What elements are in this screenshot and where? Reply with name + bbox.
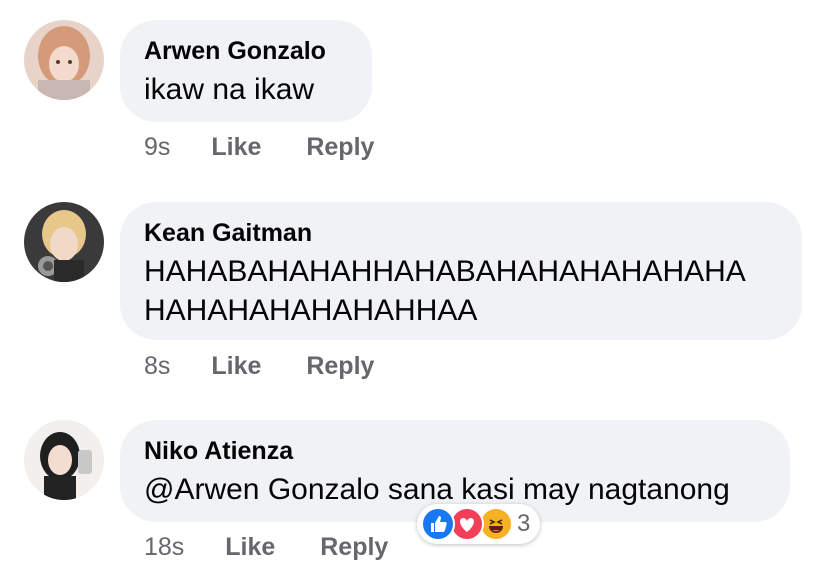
comment-text: ikaw na ikaw	[144, 73, 315, 106]
like-button[interactable]: Like	[225, 532, 275, 562]
comment-author[interactable]: Kean Gaitman	[144, 218, 778, 248]
reaction-icons	[421, 507, 513, 541]
comment-actions: 18s Like Reply	[144, 532, 388, 562]
reaction-count: 3	[517, 510, 531, 537]
like-button[interactable]: Like	[211, 132, 261, 162]
comment-actions: 9s Like Reply	[144, 132, 374, 162]
comment-bubble: Arwen Gonzalo ikaw na ikaw	[120, 20, 372, 122]
avatar-photo	[24, 420, 104, 500]
reply-button[interactable]: Reply	[306, 132, 374, 162]
comment-time[interactable]: 8s	[144, 351, 170, 381]
comment-time[interactable]: 9s	[144, 132, 170, 162]
avatar[interactable]	[24, 202, 104, 282]
reply-button[interactable]: Reply	[306, 351, 374, 381]
avatar[interactable]	[24, 20, 104, 100]
like-icon	[421, 507, 455, 541]
avatar-photo	[24, 202, 104, 282]
avatar-photo	[24, 20, 104, 100]
avatar[interactable]	[24, 420, 104, 500]
comment-actions: 8s Like Reply	[144, 351, 374, 381]
comment-author[interactable]: Niko Atienza	[144, 436, 766, 466]
reaction-summary[interactable]: 3	[417, 504, 541, 544]
haha-icon	[479, 507, 513, 541]
comment-text: HAHABAHAHAHHAHABAHAHAHAHAHAHA HAHAHAHAHA…	[144, 255, 746, 327]
comment-author[interactable]: Arwen Gonzalo	[144, 36, 348, 66]
comment-bubble: Kean Gaitman HAHABAHAHAHHAHABAHAHAHAHAHA…	[120, 202, 802, 340]
love-icon	[450, 507, 484, 541]
comment-time[interactable]: 18s	[144, 532, 184, 562]
like-button[interactable]: Like	[211, 351, 261, 381]
reply-button[interactable]: Reply	[320, 532, 388, 562]
